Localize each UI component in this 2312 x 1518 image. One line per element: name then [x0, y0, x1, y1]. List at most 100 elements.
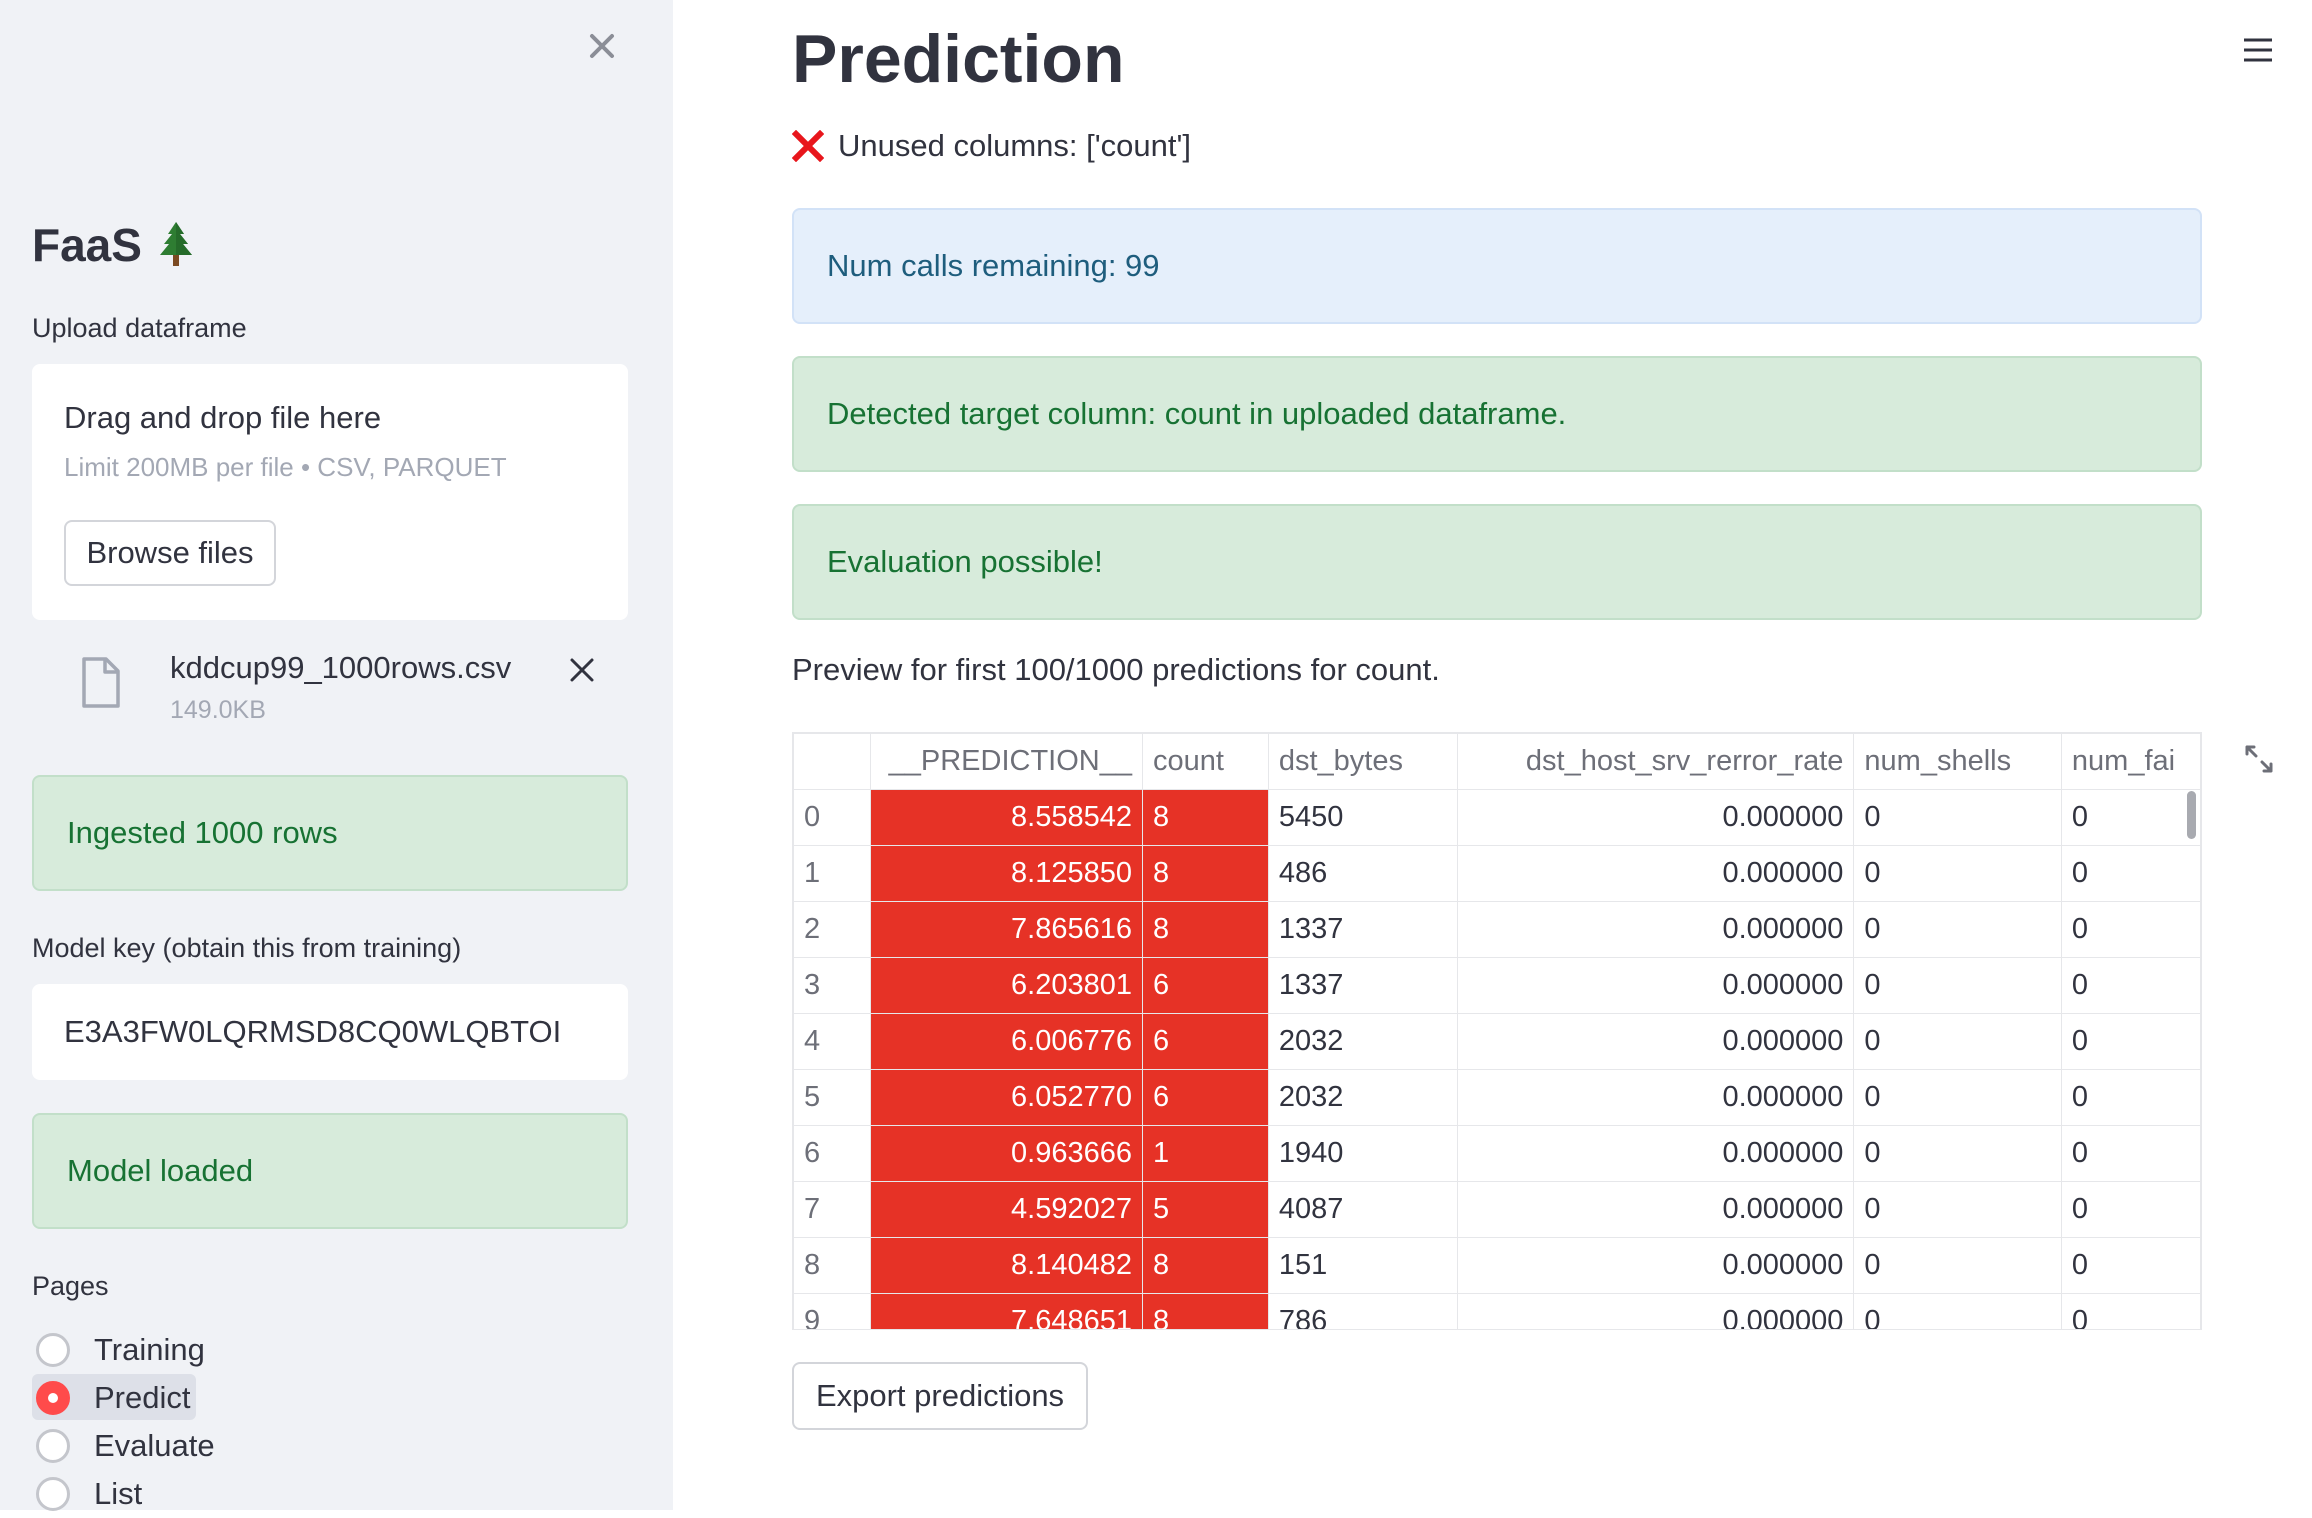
column-header-dst-host-srv-rerror-rate[interactable]: dst_host_srv_rerror_rate	[1457, 733, 1855, 790]
predictions-table[interactable]: __PREDICTION__ count dst_bytes dst_host_…	[792, 732, 2202, 1330]
table-row[interactable]: 4 6.006776 6 2032 0.000000 0 0	[793, 1013, 2201, 1070]
cell-dst-bytes[interactable]: 486	[1267, 845, 1459, 902]
cell-dst-host-srv-rerror-rate[interactable]: 0.000000	[1457, 1293, 1855, 1329]
column-header-num-fai[interactable]: num_fai	[2060, 733, 2201, 790]
cell-dst-bytes[interactable]: 151	[1267, 1237, 1459, 1294]
model-key-input[interactable]	[32, 984, 628, 1080]
file-dropzone[interactable]: Drag and drop file here Limit 200MB per …	[32, 364, 628, 620]
cell-count[interactable]: 6	[1142, 957, 1269, 1014]
table-row[interactable]: 5 6.052770 6 2032 0.000000 0 0	[793, 1069, 2201, 1126]
table-row[interactable]: 2 7.865616 8 1337 0.000000 0 0	[793, 901, 2201, 958]
cell-prediction[interactable]: 4.592027	[870, 1181, 1143, 1238]
cell-dst-bytes[interactable]: 2032	[1267, 1013, 1459, 1070]
cell-num-shells[interactable]: 0	[1853, 845, 2062, 902]
cell-index[interactable]: 7	[793, 1181, 872, 1238]
cell-dst-host-srv-rerror-rate[interactable]: 0.000000	[1457, 1181, 1855, 1238]
column-header-index[interactable]	[793, 733, 872, 790]
page-radio-predict[interactable]: Predict	[32, 1374, 215, 1422]
browse-files-button[interactable]: Browse files	[64, 520, 276, 586]
cell-count[interactable]: 8	[1142, 1293, 1269, 1329]
cell-index[interactable]: 4	[793, 1013, 872, 1070]
cell-dst-host-srv-rerror-rate[interactable]: 0.000000	[1457, 1237, 1855, 1294]
table-row[interactable]: 8 8.140482 8 151 0.000000 0 0	[793, 1237, 2201, 1294]
cell-dst-bytes[interactable]: 1940	[1267, 1125, 1459, 1182]
fullscreen-button[interactable]	[2242, 742, 2276, 776]
cell-index[interactable]: 3	[793, 957, 872, 1014]
cell-num-fai[interactable]: 0	[2060, 1181, 2201, 1238]
cell-dst-host-srv-rerror-rate[interactable]: 0.000000	[1457, 845, 1855, 902]
cell-prediction[interactable]: 8.125850	[870, 845, 1143, 902]
column-header-prediction[interactable]: __PREDICTION__	[870, 733, 1143, 790]
table-row[interactable]: 7 4.592027 5 4087 0.000000 0 0	[793, 1181, 2201, 1238]
table-scrollbar[interactable]	[2187, 791, 2196, 839]
radio-button-selected[interactable]	[36, 1381, 70, 1415]
cell-prediction[interactable]: 0.963666	[870, 1125, 1143, 1182]
cell-count[interactable]: 8	[1142, 901, 1269, 958]
cell-num-shells[interactable]: 0	[1853, 1237, 2062, 1294]
cell-dst-bytes[interactable]: 4087	[1267, 1181, 1459, 1238]
export-predictions-button[interactable]: Export predictions	[792, 1362, 1088, 1430]
cell-index[interactable]: 5	[793, 1069, 872, 1126]
cell-dst-host-srv-rerror-rate[interactable]: 0.000000	[1457, 1013, 1855, 1070]
table-row[interactable]: 9 7.648651 8 786 0.000000 0 0	[793, 1293, 2201, 1329]
cell-num-fai[interactable]: 0	[2060, 1125, 2201, 1182]
cell-count[interactable]: 8	[1142, 789, 1269, 846]
cell-num-fai[interactable]: 0	[2060, 1237, 2201, 1294]
remove-file-button[interactable]	[562, 650, 602, 690]
cell-count[interactable]: 1	[1142, 1125, 1269, 1182]
cell-num-shells[interactable]: 0	[1853, 1293, 2062, 1329]
cell-dst-host-srv-rerror-rate[interactable]: 0.000000	[1457, 901, 1855, 958]
cell-prediction[interactable]: 8.140482	[870, 1237, 1143, 1294]
cell-prediction[interactable]: 7.648651	[870, 1293, 1143, 1329]
cell-index[interactable]: 6	[793, 1125, 872, 1182]
cell-num-shells[interactable]: 0	[1853, 1181, 2062, 1238]
cell-index[interactable]: 1	[793, 845, 872, 902]
page-radio-training[interactable]: Training	[32, 1326, 215, 1374]
cell-index[interactable]: 2	[793, 901, 872, 958]
cell-num-shells[interactable]: 0	[1853, 957, 2062, 1014]
cell-num-fai[interactable]: 0	[2060, 1069, 2201, 1126]
radio-button[interactable]	[36, 1429, 70, 1463]
cell-num-fai[interactable]: 0	[2060, 901, 2201, 958]
column-header-count[interactable]: count	[1142, 733, 1269, 790]
cell-prediction[interactable]: 6.006776	[870, 1013, 1143, 1070]
column-header-num-shells[interactable]: num_shells	[1853, 733, 2062, 790]
cell-dst-host-srv-rerror-rate[interactable]: 0.000000	[1457, 1125, 1855, 1182]
cell-num-fai[interactable]: 0	[2060, 1293, 2201, 1329]
cell-num-fai[interactable]: 0	[2060, 1013, 2201, 1070]
cell-dst-bytes[interactable]: 2032	[1267, 1069, 1459, 1126]
cell-dst-host-srv-rerror-rate[interactable]: 0.000000	[1457, 957, 1855, 1014]
column-header-dst-bytes[interactable]: dst_bytes	[1267, 733, 1459, 790]
cell-index[interactable]: 9	[793, 1293, 872, 1329]
cell-count[interactable]: 8	[1142, 1237, 1269, 1294]
page-radio-evaluate[interactable]: Evaluate	[32, 1422, 215, 1470]
cell-prediction[interactable]: 7.865616	[870, 901, 1143, 958]
cell-count[interactable]: 6	[1142, 1013, 1269, 1070]
cell-dst-bytes[interactable]: 5450	[1267, 789, 1459, 846]
cell-num-shells[interactable]: 0	[1853, 901, 2062, 958]
cell-count[interactable]: 5	[1142, 1181, 1269, 1238]
cell-count[interactable]: 6	[1142, 1069, 1269, 1126]
cell-count[interactable]: 8	[1142, 845, 1269, 902]
table-row[interactable]: 1 8.125850 8 486 0.000000 0 0	[793, 845, 2201, 902]
table-row[interactable]: 6 0.963666 1 1940 0.000000 0 0	[793, 1125, 2201, 1182]
cell-dst-host-srv-rerror-rate[interactable]: 0.000000	[1457, 1069, 1855, 1126]
table-row[interactable]: 3 6.203801 6 1337 0.000000 0 0	[793, 957, 2201, 1014]
radio-button[interactable]	[36, 1477, 70, 1511]
cell-num-fai[interactable]: 0	[2060, 957, 2201, 1014]
cell-dst-bytes[interactable]: 1337	[1267, 901, 1459, 958]
cell-dst-bytes[interactable]: 1337	[1267, 957, 1459, 1014]
cell-prediction[interactable]: 6.052770	[870, 1069, 1143, 1126]
cell-num-fai[interactable]: 0	[2060, 845, 2201, 902]
close-sidebar-button[interactable]	[582, 26, 622, 66]
radio-button[interactable]	[36, 1333, 70, 1367]
table-row[interactable]: 0 8.558542 8 5450 0.000000 0 0	[793, 789, 2201, 846]
cell-num-shells[interactable]: 0	[1853, 1069, 2062, 1126]
cell-dst-bytes[interactable]: 786	[1267, 1293, 1459, 1329]
cell-index[interactable]: 0	[793, 789, 872, 846]
main-menu-button[interactable]	[2238, 30, 2278, 70]
cell-num-shells[interactable]: 0	[1853, 1125, 2062, 1182]
cell-prediction[interactable]: 8.558542	[870, 789, 1143, 846]
cell-prediction[interactable]: 6.203801	[870, 957, 1143, 1014]
cell-index[interactable]: 8	[793, 1237, 872, 1294]
